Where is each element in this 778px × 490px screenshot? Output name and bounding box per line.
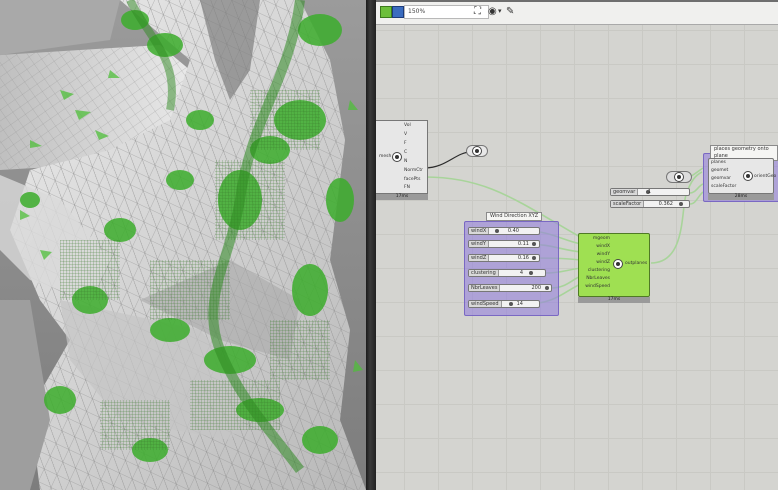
input-mgeom[interactable]: mgeom: [593, 236, 610, 241]
output-n[interactable]: N: [404, 159, 407, 164]
slider-name: windY: [469, 241, 489, 247]
output-orientgeo[interactable]: orientGeo: [754, 174, 776, 179]
grasshopper-canvas[interactable]: 150% ⛶ ◉ ▾ ✎ mesh Vol V F C N NormCtr fa…: [376, 0, 778, 490]
input-windy[interactable]: windY: [597, 252, 610, 257]
slider-windy[interactable]: windY 0.11: [468, 240, 540, 248]
input-nbrleaves[interactable]: NbrLeaves: [586, 276, 610, 281]
slider-value: 0.362: [658, 201, 673, 207]
slider-windx[interactable]: windX 0.40: [468, 227, 540, 235]
geometry-param-node[interactable]: [666, 171, 694, 185]
slider-grip[interactable]: [545, 286, 549, 290]
slider-grip[interactable]: [679, 202, 683, 206]
rhino-viewport[interactable]: [0, 0, 366, 490]
deconstruct-mesh-component[interactable]: mesh Vol V F C N NormCtr facePts FN 17ms: [376, 120, 428, 200]
geometry-icon: [674, 172, 684, 182]
slider-name: windX: [469, 228, 490, 234]
output-fn[interactable]: FN: [404, 185, 410, 190]
timing-label: 28ms: [708, 194, 774, 200]
output-c[interactable]: C: [404, 150, 407, 155]
slider-value: 0.16: [517, 255, 529, 261]
slider-name: windZ: [469, 255, 490, 261]
input-clustering[interactable]: clustering: [588, 268, 610, 273]
slider-name: NbrLeaves: [469, 285, 501, 291]
slider-windspeed[interactable]: windSpeed 14: [468, 300, 540, 308]
wind-leaves-component[interactable]: mgeom windX windY windZ clustering NbrLe…: [578, 233, 652, 305]
input-geomet[interactable]: geomet: [711, 168, 728, 173]
slider-windz[interactable]: windZ 0.16: [468, 254, 540, 262]
slider-clustering[interactable]: clustering 4: [468, 269, 546, 277]
slider-value: 1: [647, 189, 651, 195]
python-icon: [743, 171, 753, 181]
panel-node-icon: [472, 146, 482, 156]
slider-value: 200: [531, 285, 541, 291]
slider-name: clustering: [469, 270, 499, 276]
wires-layer: [424, 151, 704, 305]
component-icon: [392, 152, 402, 162]
input-geomvar[interactable]: geomvar: [711, 176, 731, 181]
slider-value: 4: [519, 270, 523, 276]
output-outplanes[interactable]: outplanes: [625, 261, 647, 266]
input-planes[interactable]: planes: [711, 160, 726, 165]
output-facepts[interactable]: facePts: [404, 177, 420, 182]
timing-label: 17ms: [578, 297, 650, 303]
input-windx[interactable]: windX: [596, 244, 610, 249]
slider-scalefactor[interactable]: scaleFactor 0.362: [610, 200, 690, 208]
slider-grip[interactable]: [509, 302, 513, 306]
slider-name: geomvar: [611, 189, 639, 195]
slider-value: 0.11: [517, 241, 529, 247]
slider-grip[interactable]: [529, 271, 533, 275]
slider-grip[interactable]: [532, 242, 536, 246]
output-vol[interactable]: Vol: [404, 123, 411, 128]
orient-geometry-component[interactable]: planes geomet geomvar scaleFactor orient…: [708, 158, 776, 204]
viewport-splitter[interactable]: [366, 0, 376, 490]
slider-grip[interactable]: [495, 229, 499, 233]
input-windz[interactable]: windZ: [596, 260, 610, 265]
slider-nbrleaves[interactable]: NbrLeaves 200: [468, 284, 552, 292]
input-label-mesh: mesh: [379, 154, 392, 159]
timing-label: 17ms: [376, 194, 428, 200]
output-v[interactable]: V: [404, 132, 407, 137]
output-normctr[interactable]: NormCtr: [404, 168, 423, 173]
python-icon: [613, 259, 623, 269]
slider-geomvar[interactable]: geomvar 1: [610, 188, 690, 196]
slider-grip[interactable]: [532, 256, 536, 260]
slider-name: scaleFactor: [611, 201, 645, 207]
output-f[interactable]: F: [404, 141, 407, 146]
slider-value: 0.40: [507, 228, 519, 234]
wind-direction-group-title: Wind Direction XYZ: [486, 212, 543, 221]
input-scalefactor[interactable]: scaleFactor: [711, 184, 736, 189]
slider-name: windSpeed: [469, 301, 502, 307]
viewport-render: [0, 0, 366, 490]
input-windspeed[interactable]: windSpeed: [585, 284, 610, 289]
panel-node[interactable]: [466, 145, 488, 159]
slider-value: 14: [516, 301, 523, 307]
